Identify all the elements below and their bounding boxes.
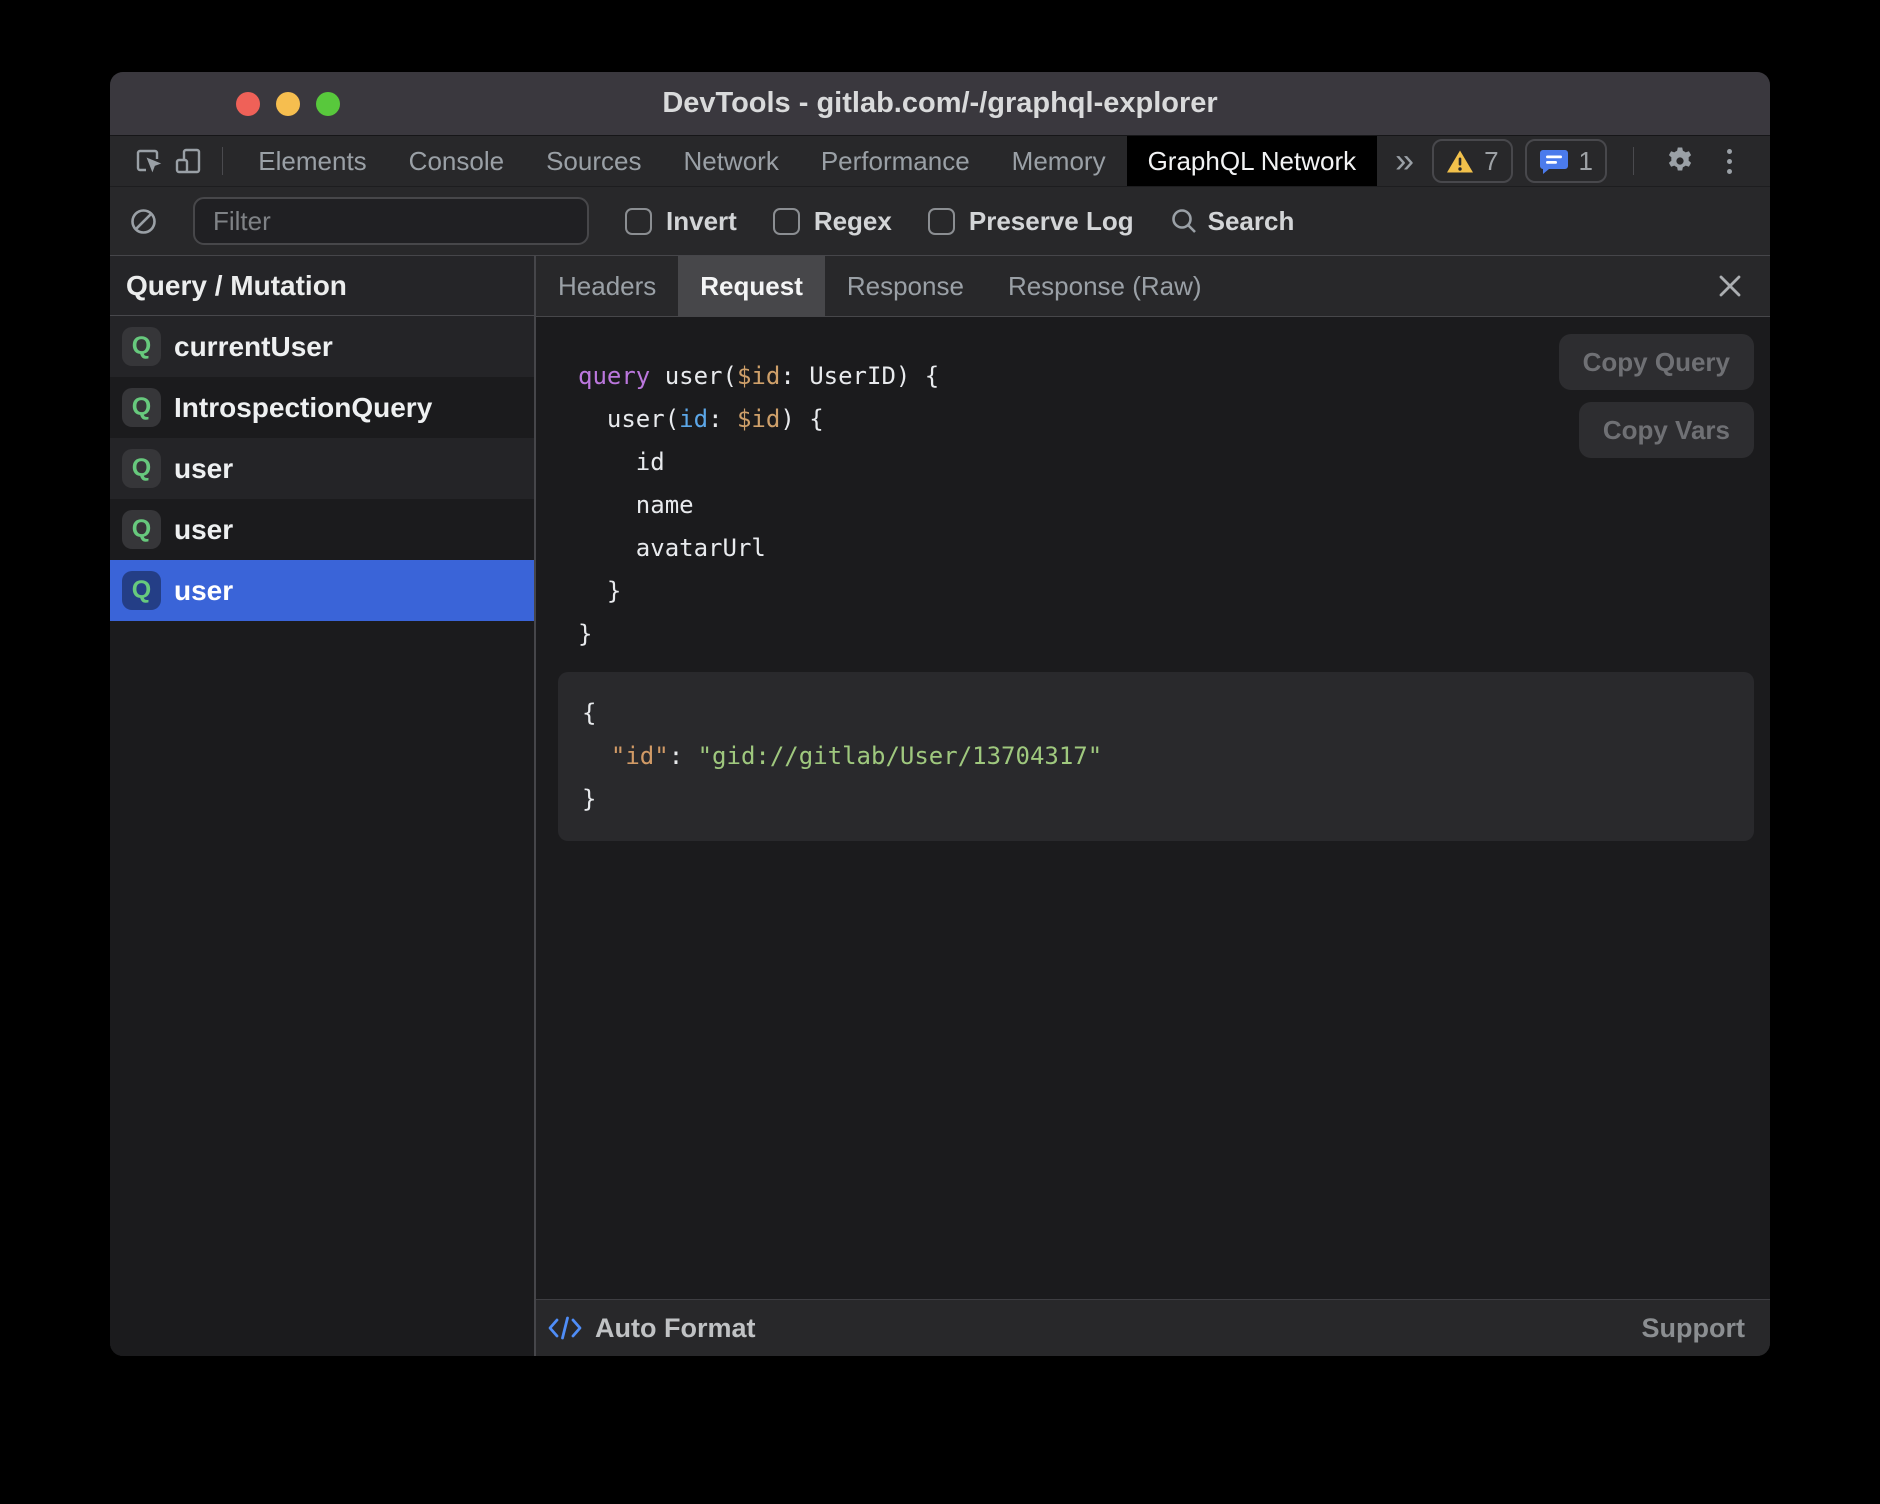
query-name: user: [174, 453, 233, 485]
tab-network[interactable]: Network: [662, 136, 799, 186]
filter-bar: Invert Regex Preserve Log Search: [110, 187, 1770, 256]
query-name: user: [174, 575, 233, 607]
filter-input[interactable]: [193, 197, 589, 245]
code-line: {: [582, 692, 1754, 735]
warning-count: 7: [1484, 146, 1498, 177]
block-requests-icon[interactable]: [130, 208, 157, 235]
detail-tab-bar: HeadersRequestResponseResponse (Raw): [536, 256, 1770, 317]
checkbox-label: Regex: [814, 206, 892, 237]
issues-badge[interactable]: 1: [1525, 139, 1607, 183]
settings-gear-icon[interactable]: [1660, 144, 1700, 178]
code-line: }: [582, 778, 1754, 821]
devtools-toolbar: ElementsConsoleSourcesNetworkPerformance…: [110, 136, 1770, 187]
search-icon: [1170, 207, 1198, 235]
copy-query-button[interactable]: Copy Query: [1559, 334, 1754, 390]
request-tab-content: query user($id: UserID) { user(id: $id) …: [536, 317, 1770, 1299]
filter-checkboxes: Invert Regex Preserve Log: [625, 206, 1134, 237]
toolbar-divider: [222, 147, 223, 175]
detail-tab-headers[interactable]: Headers: [536, 256, 678, 316]
detail-footer: Auto Format Support: [536, 1299, 1770, 1356]
query-list-item[interactable]: Q user: [110, 560, 534, 621]
inspect-element-icon[interactable]: [128, 136, 168, 186]
panel-tabs: ElementsConsoleSourcesNetworkPerformance…: [237, 136, 1377, 186]
query-list-empty-area: [110, 621, 534, 1356]
tab-graphql-network[interactable]: GraphQL Network: [1127, 136, 1378, 186]
query-list-item[interactable]: Q currentUser: [110, 316, 534, 377]
query-type-badge: Q: [122, 449, 161, 488]
title-bar: DevTools - gitlab.com/-/graphql-explorer: [110, 72, 1770, 136]
query-name: currentUser: [174, 331, 333, 363]
code-line: }: [578, 570, 1754, 613]
code-line: "id": "gid://gitlab/User/13704317": [582, 735, 1754, 778]
detail-tab-response[interactable]: Response: [825, 256, 986, 316]
auto-format-label: Auto Format: [595, 1313, 755, 1344]
query-list-header: Query / Mutation: [110, 256, 534, 316]
toolbar-divider: [1633, 147, 1634, 175]
code-line: avatarUrl: [578, 527, 1754, 570]
tab-elements[interactable]: Elements: [237, 136, 387, 186]
code-icon: [548, 1315, 582, 1341]
more-options-kebab-icon[interactable]: [1712, 149, 1746, 174]
warning-icon: [1446, 149, 1474, 174]
tab-memory[interactable]: Memory: [991, 136, 1127, 186]
checkbox-label: Preserve Log: [969, 206, 1134, 237]
query-list-item[interactable]: Q user: [110, 438, 534, 499]
code-line: }: [578, 613, 1754, 656]
detail-tabs: HeadersRequestResponseResponse (Raw): [536, 256, 1224, 316]
warnings-badge[interactable]: 7: [1432, 139, 1512, 183]
query-type-badge: Q: [122, 571, 161, 610]
detail-tab-response-raw[interactable]: Response (Raw): [986, 256, 1224, 316]
screen: DevTools - gitlab.com/-/graphql-explorer…: [0, 0, 1880, 1504]
query-list-item[interactable]: Q user: [110, 499, 534, 560]
devtools-window: DevTools - gitlab.com/-/graphql-explorer…: [110, 72, 1770, 1356]
copy-vars-button[interactable]: Copy Vars: [1579, 402, 1754, 458]
auto-format-button[interactable]: Auto Format: [548, 1313, 755, 1344]
query-name: IntrospectionQuery: [174, 392, 432, 424]
tab-performance[interactable]: Performance: [800, 136, 991, 186]
support-link[interactable]: Support: [1642, 1313, 1745, 1344]
request-detail-pane: HeadersRequestResponseResponse (Raw) que…: [536, 256, 1770, 1356]
graphql-network-panel: Query / Mutation Q currentUser Q Introsp…: [110, 256, 1770, 1356]
query-list-item[interactable]: Q IntrospectionQuery: [110, 377, 534, 438]
code-line: name: [578, 484, 1754, 527]
checkbox-box[interactable]: [773, 208, 800, 235]
query-list: Q currentUser Q IntrospectionQuery Q use…: [110, 316, 534, 621]
search-toggle[interactable]: Search: [1170, 206, 1295, 237]
query-list-sidebar: Query / Mutation Q currentUser Q Introsp…: [110, 256, 536, 1356]
checkbox-invert[interactable]: Invert: [625, 206, 737, 237]
search-label: Search: [1208, 206, 1295, 237]
checkbox-box[interactable]: [928, 208, 955, 235]
detail-tab-request[interactable]: Request: [678, 256, 825, 316]
copy-buttons: Copy Query Copy Vars: [1559, 334, 1754, 458]
more-tabs-icon[interactable]: »: [1377, 136, 1432, 186]
device-toolbar-icon[interactable]: [168, 136, 208, 186]
issues-count: 1: [1579, 146, 1593, 177]
checkbox-box[interactable]: [625, 208, 652, 235]
tab-sources[interactable]: Sources: [525, 136, 662, 186]
query-name: user: [174, 514, 233, 546]
window-title: DevTools - gitlab.com/-/graphql-explorer: [110, 87, 1770, 120]
tab-console[interactable]: Console: [388, 136, 525, 186]
query-type-badge: Q: [122, 327, 161, 366]
query-type-badge: Q: [122, 388, 161, 427]
query-variables-box: { "id": "gid://gitlab/User/13704317"}: [558, 672, 1754, 841]
checkbox-label: Invert: [666, 206, 737, 237]
close-detail-icon[interactable]: [1710, 266, 1750, 306]
checkbox-preserve-log[interactable]: Preserve Log: [928, 206, 1134, 237]
toolbar-right: 7 1: [1432, 136, 1770, 186]
query-type-badge: Q: [122, 510, 161, 549]
checkbox-regex[interactable]: Regex: [773, 206, 892, 237]
message-icon: [1539, 148, 1569, 175]
